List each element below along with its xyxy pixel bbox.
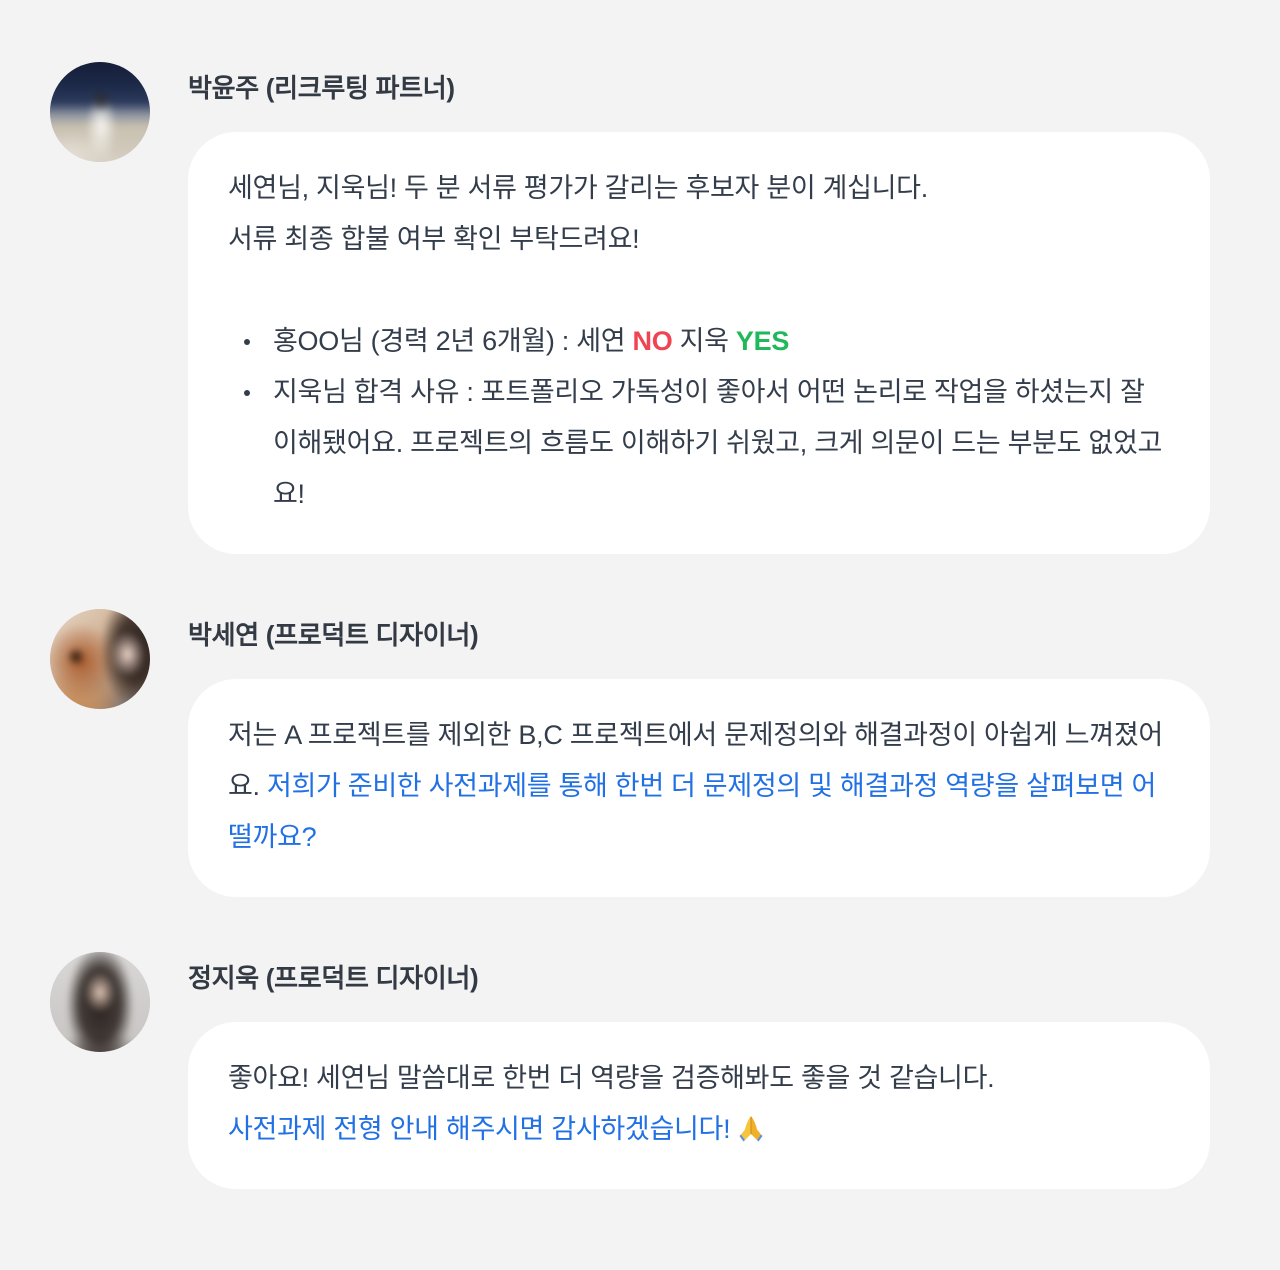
vote-no: NO [632,326,673,356]
highlight-text: 저희가 준비한 사전과제를 통해 한번 더 문제정의 및 해결과정 역량을 살펴… [228,771,1156,852]
bullet-item: 홍OO님 (경력 2년 6개월) : 세연 NO 지욱 YES [228,316,1168,367]
message-text: 좋아요! 세연님 말씀대로 한번 더 역량을 검증해봐도 좋을 것 같습니다. [228,1063,995,1093]
vote-yes: YES [735,326,790,356]
profile-photo-icon [50,62,150,162]
avatar [50,62,150,162]
message-bubble: 저는 A 프로젝트를 제외한 B,C 프로젝트에서 문제정의와 해결과정이 아쉽… [188,679,1210,897]
author-name: 박윤주 (리크루팅 파트너) [188,73,455,103]
chat-thread: 박윤주 (리크루팅 파트너) 세연님, 지욱님! 두 분 서류 평가가 갈리는 … [0,0,1280,1270]
bullet-item: 지욱님 합격 사유 : 포트폴리오 가독성이 좋아서 어떤 논리로 작업을 하셨… [228,367,1168,520]
message-bubble: 좋아요! 세연님 말씀대로 한번 더 역량을 검증해봐도 좋을 것 같습니다. … [188,1022,1210,1189]
message-line: 세연님, 지욱님! 두 분 서류 평가가 갈리는 후보자 분이 계십니다. [228,173,928,203]
bullet-dot [244,390,250,396]
praying-hands-icon [736,1109,766,1142]
message-content: 박윤주 (리크루팅 파트너) 세연님, 지욱님! 두 분 서류 평가가 갈리는 … [188,62,1210,554]
message-content: 정지욱 (프로덕트 디자이너) 좋아요! 세연님 말씀대로 한번 더 역량을 검… [188,952,1210,1189]
highlight-line: 사전과제 전형 안내 해주시면 감사하겠습니다! [228,1104,1168,1155]
message-bubble: 세연님, 지욱님! 두 분 서류 평가가 갈리는 후보자 분이 계십니다. 서류… [188,132,1210,554]
message: 박세연 (프로덕트 디자이너) 저는 A 프로젝트를 제외한 B,C 프로젝트에… [50,609,1210,897]
avatar [50,609,150,709]
author-name: 정지욱 (프로덕트 디자이너) [188,963,479,993]
message-line: 서류 최종 합불 여부 확인 부탁드려요! [228,224,640,254]
author-name: 박세연 (프로덕트 디자이너) [188,620,479,650]
message: 박윤주 (리크루팅 파트너) 세연님, 지욱님! 두 분 서류 평가가 갈리는 … [50,62,1210,554]
voter-name: 지욱 [679,326,729,356]
highlight-text: 사전과제 전형 안내 해주시면 감사하겠습니다! [228,1114,731,1144]
profile-photo-icon [50,952,150,1052]
message: 정지욱 (프로덕트 디자이너) 좋아요! 세연님 말씀대로 한번 더 역량을 검… [50,952,1210,1189]
avatar [50,952,150,1052]
bullet-list: 홍OO님 (경력 2년 6개월) : 세연 NO 지욱 YES 지욱님 합격 사… [228,316,1168,520]
profile-photo-icon [50,609,150,709]
pass-reason: 지욱님 합격 사유 : 포트폴리오 가독성이 좋아서 어떤 논리로 작업을 하셨… [273,377,1163,509]
bullet-dot [244,339,250,345]
candidate-summary: 홍OO님 (경력 2년 6개월) : 세연 [273,326,626,356]
message-content: 박세연 (프로덕트 디자이너) 저는 A 프로젝트를 제외한 B,C 프로젝트에… [188,609,1210,897]
